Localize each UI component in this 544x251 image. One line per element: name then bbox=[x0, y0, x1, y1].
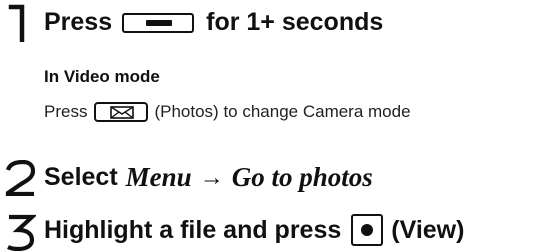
step-3-text-after: (View) bbox=[391, 215, 465, 244]
step-number-1 bbox=[8, 4, 25, 42]
step-1-text-before: Press bbox=[44, 8, 113, 36]
menu-label: Menu bbox=[125, 162, 192, 192]
center-key-icon bbox=[351, 214, 384, 246]
step-number-2 bbox=[5, 160, 36, 196]
step-1-text-after: for 1+ seconds bbox=[206, 8, 384, 36]
arrow-icon: → bbox=[199, 163, 224, 191]
step-1-instruction: Press for 1+ seconds bbox=[44, 10, 383, 35]
step-2-instruction: Select Menu → Go to photos bbox=[44, 164, 373, 191]
step-2-text-before: Select bbox=[44, 163, 118, 191]
step-number-3 bbox=[7, 214, 36, 251]
menu-target: Go to photos bbox=[231, 162, 373, 192]
video-mode-instruction: Press (Photos) to change Camera mode bbox=[44, 102, 411, 122]
video-mode-text-after: (Photos) to change Camera mode bbox=[154, 102, 411, 121]
wide-key-icon bbox=[122, 12, 195, 33]
video-mode-text-before: Press bbox=[44, 102, 88, 121]
mail-key-icon bbox=[94, 102, 149, 122]
step-3-instruction: Highlight a file and press (View) bbox=[44, 214, 464, 246]
video-mode-heading: In Video mode bbox=[44, 67, 160, 86]
step-3-text-before: Highlight a file and press bbox=[44, 215, 342, 244]
